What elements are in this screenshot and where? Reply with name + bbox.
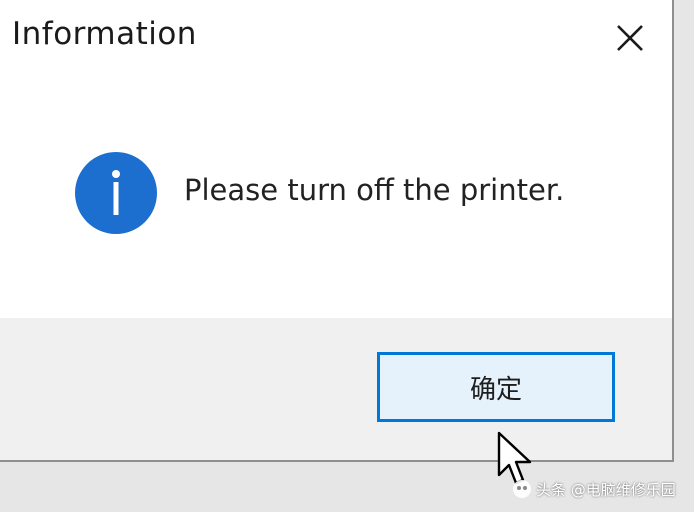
- watermark: 头条 @电脑维修乐园: [512, 478, 676, 500]
- information-dialog: Information Please turn off the printer.…: [0, 0, 674, 462]
- title-bar: Information: [0, 0, 672, 72]
- info-icon: [75, 152, 157, 234]
- watermark-logo-icon: [513, 480, 531, 498]
- dialog-title: Information: [12, 16, 197, 52]
- dialog-message: Please turn off the printer.: [184, 173, 565, 207]
- close-button[interactable]: [610, 18, 650, 58]
- watermark-text: 头条 @电脑维修乐园: [536, 480, 676, 499]
- dialog-content: Please turn off the printer.: [0, 72, 672, 318]
- close-icon: [617, 25, 643, 51]
- ok-button[interactable]: 确定: [377, 352, 615, 422]
